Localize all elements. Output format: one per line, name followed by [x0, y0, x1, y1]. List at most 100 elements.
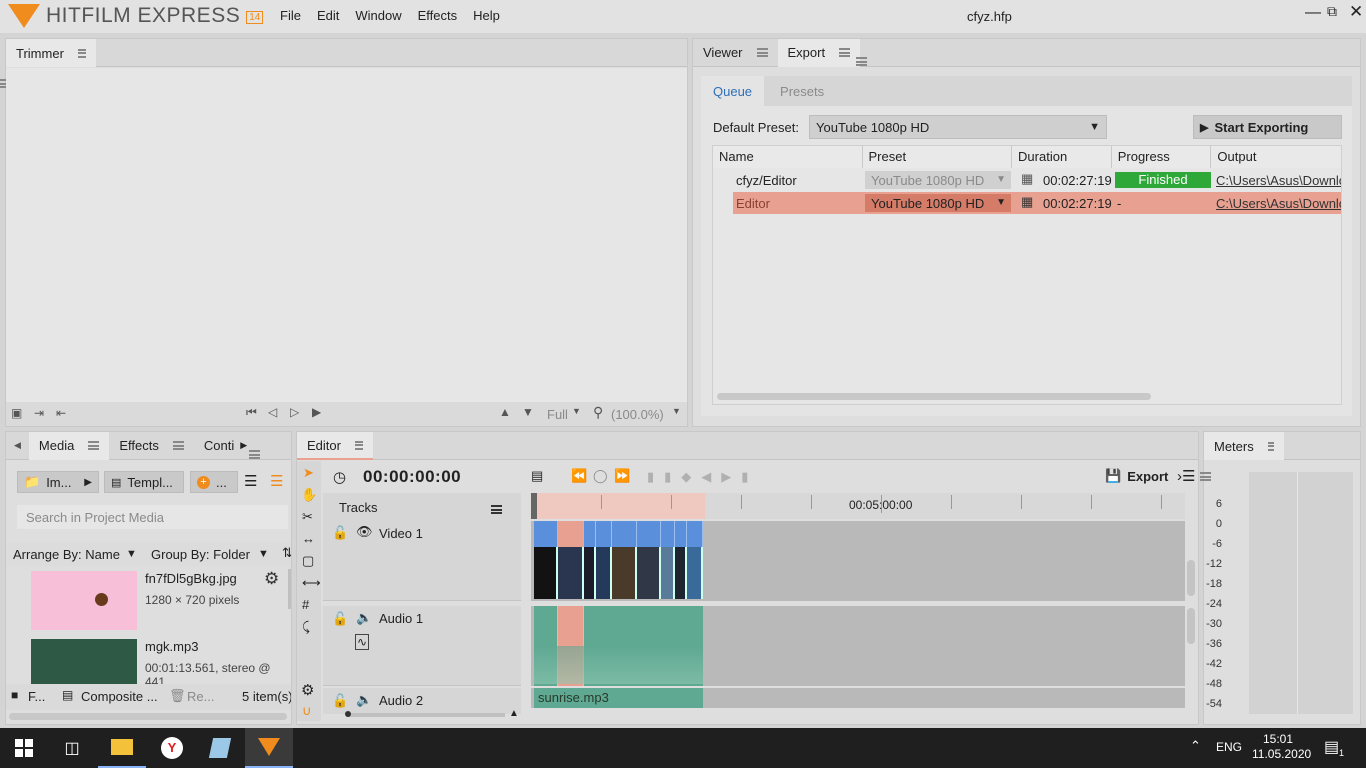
- lock-icon[interactable]: 🔓: [332, 525, 348, 541]
- roll-tool-icon[interactable]: #: [302, 597, 309, 612]
- horizontal-scrollbar[interactable]: [717, 393, 1151, 400]
- tab-export[interactable]: Export: [777, 38, 861, 67]
- close-button[interactable]: ✕: [1349, 2, 1363, 22]
- tab-menu-icon[interactable]: [77, 48, 87, 58]
- list-item[interactable]: mgk.mp3 00:01:13.561, stereo @ 441: [6, 637, 286, 689]
- new-folder-button[interactable]: F...: [28, 689, 45, 704]
- panel-menu-icon[interactable]: [856, 57, 868, 66]
- video-clip[interactable]: [596, 521, 612, 547]
- set-in-icon[interactable]: ▣: [11, 406, 22, 420]
- sort-icon[interactable]: ⇅: [282, 545, 291, 561]
- tab-media[interactable]: Media: [28, 432, 110, 460]
- tab-menu-icon[interactable]: [1267, 441, 1275, 451]
- table-row[interactable]: cfyz/Editor YouTube 1080p HD ▼ ▦ 00:02:2…: [713, 169, 1341, 191]
- table-row-selected[interactable]: Editor YouTube 1080p HD ▼ ▦ 00:02:27:19 …: [733, 192, 1341, 214]
- marker-controls[interactable]: ▮▮◆◀▶▮: [647, 469, 758, 485]
- rate-stretch-icon[interactable]: ⤹: [302, 619, 310, 635]
- zoom-slider-handle[interactable]: [345, 711, 351, 717]
- preview-icon[interactable]: ▤: [531, 468, 543, 484]
- taskbar-hitfilm[interactable]: [245, 728, 293, 768]
- tab-controls[interactable]: Conti ▶: [194, 432, 257, 460]
- play-icon[interactable]: ▶: [312, 405, 321, 419]
- step-back-icon[interactable]: ◁: [268, 405, 277, 419]
- audio-track-lane[interactable]: sunrise.mp3: [531, 688, 1185, 708]
- tab-editor[interactable]: Editor: [297, 432, 373, 460]
- audio-clip[interactable]: sunrise.mp3: [534, 688, 703, 708]
- lock-icon[interactable]: 🔓: [332, 611, 348, 627]
- gear-icon[interactable]: ⚙: [264, 569, 279, 589]
- tab-menu-icon[interactable]: [354, 440, 364, 450]
- composite-icon[interactable]: ▤: [62, 688, 73, 702]
- trash-icon[interactable]: 🗑: [169, 688, 186, 704]
- search-input[interactable]: Search in Project Media: [17, 505, 288, 529]
- video-clip[interactable]: [675, 521, 687, 547]
- clock[interactable]: 15:01 11.05.2020: [1252, 732, 1311, 762]
- step-forward-icon[interactable]: ▷: [290, 405, 299, 419]
- panel-menu-icon[interactable]: [1200, 472, 1211, 481]
- list-item[interactable]: fn7fDl5gBkg.jpg 1280 × 720 pixels ⚙: [6, 569, 286, 633]
- taskbar-yandex[interactable]: Y: [148, 728, 196, 768]
- arrange-by-select[interactable]: Arrange By: Name: [13, 547, 120, 562]
- row-output-link[interactable]: C:\Users\Asus\Downlo: [1216, 173, 1341, 188]
- video-clip[interactable]: [612, 521, 637, 547]
- trimmer-preview-area[interactable]: [6, 68, 687, 404]
- speaker-icon[interactable]: 🔈: [356, 610, 372, 626]
- zoom-in-icon[interactable]: ▲: [509, 708, 519, 719]
- quality-select[interactable]: Full: [547, 407, 568, 422]
- zoom-slider[interactable]: [345, 711, 505, 717]
- gear-icon[interactable]: ⚙: [301, 681, 314, 699]
- taskbar-app[interactable]: [196, 728, 244, 768]
- chevron-down-icon[interactable]: ▼: [258, 548, 269, 560]
- panel-menu-icon[interactable]: [249, 450, 261, 459]
- chevron-left-icon[interactable]: ◀: [6, 440, 29, 451]
- razor-tool-icon[interactable]: ✂: [302, 509, 313, 525]
- list-view-icon[interactable]: ☰: [244, 472, 257, 490]
- subtab-queue[interactable]: Queue: [701, 76, 765, 106]
- chevron-up-icon[interactable]: ⌃: [1190, 738, 1201, 754]
- speaker-icon[interactable]: 🔈: [356, 692, 372, 708]
- minimize-button[interactable]: —: [1305, 4, 1321, 22]
- playhead[interactable]: [531, 493, 537, 519]
- eye-icon[interactable]: 👁: [356, 524, 373, 540]
- row-output-link[interactable]: C:\Users\Asus\Downlo: [1216, 196, 1341, 211]
- rewind-icon[interactable]: ⏪: [571, 468, 587, 484]
- language-indicator[interactable]: ENG: [1216, 740, 1242, 754]
- menu-effects[interactable]: Effects: [418, 8, 458, 23]
- chevron-right-icon[interactable]: ▶: [240, 440, 247, 451]
- video-track-lane[interactable]: [531, 521, 1185, 601]
- zoom-value[interactable]: (100.0%): [611, 407, 664, 422]
- zoom-icon[interactable]: ⚲: [593, 404, 603, 421]
- slide-tool-icon[interactable]: ▢: [302, 553, 314, 569]
- notification-icon[interactable]: ▤: [1324, 737, 1339, 757]
- folder-icon[interactable]: ■: [11, 688, 18, 702]
- start-button[interactable]: [0, 728, 48, 768]
- tab-viewer[interactable]: Viewer: [693, 39, 778, 67]
- task-view-button[interactable]: ◫: [48, 728, 96, 768]
- clock-icon[interactable]: ◷: [333, 468, 346, 486]
- chevron-down-icon[interactable]: ▼: [126, 548, 137, 560]
- tracks-menu-icon[interactable]: [491, 505, 502, 514]
- new-item-button[interactable]: + ...: [190, 471, 238, 493]
- export-frame-icon[interactable]: ▼: [522, 405, 534, 419]
- tab-menu-icon[interactable]: [88, 441, 100, 450]
- forward-icon[interactable]: ⏩: [614, 468, 630, 484]
- timeline-menu-icon[interactable]: ›☰: [1177, 467, 1195, 485]
- snapshot-icon[interactable]: ▲: [499, 405, 511, 419]
- row-preset-select[interactable]: YouTube 1080p HD ▼: [865, 171, 1011, 189]
- remove-button[interactable]: Re...: [187, 689, 214, 704]
- magnet-icon[interactable]: ∪: [302, 703, 312, 719]
- record-icon[interactable]: ◯: [593, 468, 608, 484]
- import-button[interactable]: 📁 Im... ▶: [17, 471, 99, 493]
- tab-trimmer[interactable]: Trimmer: [6, 39, 96, 67]
- overlay-icon[interactable]: ⇤: [56, 406, 66, 420]
- new-composite-button[interactable]: Composite ...: [81, 689, 158, 704]
- lock-icon[interactable]: 🔓: [332, 693, 348, 709]
- chevron-down-icon[interactable]: ▼: [672, 406, 681, 416]
- tab-meters[interactable]: Meters: [1204, 432, 1284, 460]
- group-by-select[interactable]: Group By: Folder: [151, 547, 250, 562]
- video-clip[interactable]: [687, 521, 703, 547]
- subtab-presets[interactable]: Presets: [764, 76, 840, 106]
- audio-track-lane[interactable]: [531, 606, 1185, 686]
- video-clip[interactable]: [534, 521, 558, 547]
- tab-menu-icon[interactable]: [756, 48, 768, 57]
